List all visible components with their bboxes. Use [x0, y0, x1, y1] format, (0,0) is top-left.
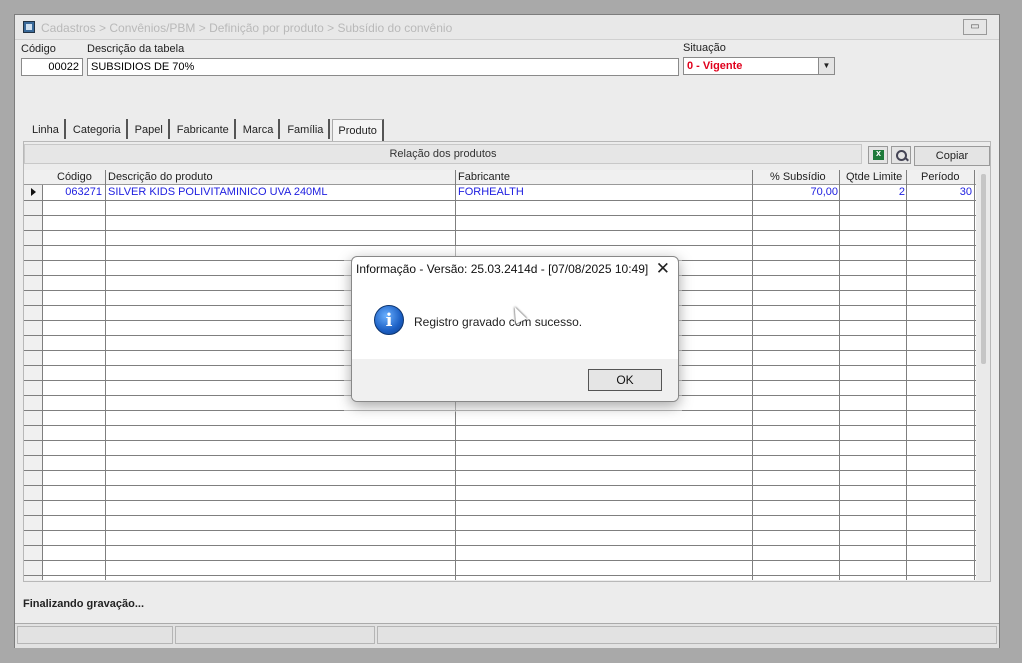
col-periodo[interactable]: Período: [921, 170, 960, 184]
window-title: Cadastros > Convênios/PBM > Definição po…: [41, 21, 453, 35]
grid-divider: [839, 170, 840, 580]
table-row[interactable]: [24, 560, 976, 576]
search-icon[interactable]: [891, 146, 911, 164]
close-icon[interactable]: ✕: [656, 259, 670, 279]
col-fabricante[interactable]: Fabricante: [458, 170, 510, 184]
info-dialog: Informação - Versão: 25.03.2414d - [07/0…: [351, 256, 679, 402]
tab-bar: Linha Categoria Papel Fabricante Marca F…: [27, 119, 386, 141]
descricao-field[interactable]: SUBSIDIOS DE 70%: [87, 58, 679, 76]
grid-divider: [974, 170, 975, 580]
copy-button[interactable]: Copiar: [914, 146, 990, 166]
table-row[interactable]: [24, 425, 976, 441]
status-segment: [377, 626, 997, 644]
cell-descricao: SILVER KIDS POLIVITAMINICO UVA 240ML: [108, 186, 328, 198]
situacao-label: Situação: [683, 42, 726, 54]
excel-icon[interactable]: [868, 146, 888, 164]
codigo-field[interactable]: 00022: [21, 58, 83, 76]
table-row[interactable]: [24, 500, 976, 516]
table-row[interactable]: [24, 200, 976, 216]
title-bar: Cadastros > Convênios/PBM > Definição po…: [15, 15, 999, 40]
status-message: Finalizando gravação...: [23, 598, 145, 610]
table-row[interactable]: [24, 215, 976, 231]
grid-header: Código Descrição do produto Fabricante %…: [24, 170, 976, 185]
col-subsidio[interactable]: % Subsídio: [770, 170, 826, 184]
tab-categoria[interactable]: Categoria: [68, 119, 128, 139]
grid-divider: [105, 170, 106, 580]
cell-codigo: 063271: [65, 186, 102, 198]
descricao-label: Descrição da tabela: [87, 43, 185, 55]
panel-header: Relação dos produtos: [24, 144, 862, 164]
scrollbar-thumb[interactable]: [981, 174, 986, 364]
cell-fabricante: FORHEALTH: [458, 186, 524, 198]
tab-produto[interactable]: Produto: [332, 119, 384, 141]
table-row[interactable]: [24, 410, 976, 426]
cell-subsidio: 70,00: [810, 186, 838, 198]
table-row[interactable]: [24, 230, 976, 246]
table-row[interactable]: [24, 545, 976, 561]
table-row[interactable]: [24, 455, 976, 471]
status-bar: [15, 623, 999, 648]
col-descricao[interactable]: Descrição do produto: [108, 170, 213, 184]
cell-qtde: 2: [898, 186, 905, 198]
status-segment: [175, 626, 375, 644]
dialog-title: Informação - Versão: 25.03.2414d - [07/0…: [356, 262, 649, 276]
tab-papel[interactable]: Papel: [130, 119, 170, 139]
tab-marca[interactable]: Marca: [238, 119, 281, 139]
tab-familia[interactable]: Família: [282, 119, 331, 139]
chevron-down-icon[interactable]: ▼: [818, 58, 834, 74]
table-row[interactable]: [24, 470, 976, 486]
table-row[interactable]: 063271 SILVER KIDS POLIVITAMINICO UVA 24…: [24, 185, 976, 201]
status-segment: [17, 626, 173, 644]
tab-fabricante[interactable]: Fabricante: [172, 119, 236, 139]
table-row[interactable]: [24, 530, 976, 546]
grid-divider: [752, 170, 753, 580]
restore-button[interactable]: ▭: [963, 19, 987, 35]
codigo-label: Código: [21, 43, 56, 55]
dialog-message: Registro gravado com sucesso.: [414, 315, 583, 329]
grid-divider: [906, 170, 907, 580]
app-icon: [23, 21, 35, 33]
cell-periodo: 30: [959, 186, 972, 198]
tab-linha[interactable]: Linha: [27, 119, 66, 139]
info-icon: i: [374, 305, 404, 335]
table-row[interactable]: [24, 485, 976, 501]
col-codigo[interactable]: Código: [57, 170, 92, 184]
situacao-select[interactable]: 0 - Vigente ▼: [683, 57, 835, 75]
situacao-value: 0 - Vigente: [687, 60, 743, 72]
table-row[interactable]: [24, 440, 976, 456]
table-row[interactable]: [24, 515, 976, 531]
dialog-footer: OK: [352, 359, 678, 401]
vertical-scrollbar[interactable]: [978, 170, 990, 580]
ok-button[interactable]: OK: [588, 369, 662, 391]
col-qtde[interactable]: Qtde Limite: [846, 170, 902, 184]
